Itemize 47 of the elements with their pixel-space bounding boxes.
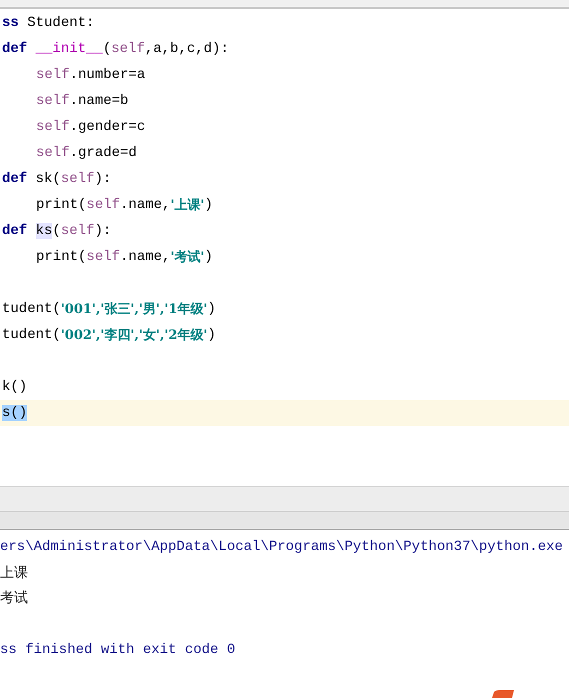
code-token: def bbox=[2, 171, 28, 187]
code-token: ( bbox=[52, 223, 61, 239]
code-token: ) bbox=[204, 249, 213, 265]
code-token: sk( bbox=[34, 171, 61, 187]
console-output: 上课 bbox=[0, 564, 28, 582]
code-token: .gender=c bbox=[70, 119, 146, 135]
code-token: self bbox=[36, 67, 70, 83]
code-token: '上课' bbox=[170, 197, 204, 214]
code-token: ) bbox=[207, 301, 216, 317]
code-token: self bbox=[36, 119, 70, 135]
code-token: '001','张三','男','1年级' bbox=[60, 301, 208, 318]
code-token: .grade=d bbox=[70, 145, 137, 161]
code-token: '考试' bbox=[170, 249, 204, 266]
code-token: ): bbox=[94, 171, 112, 187]
code-token: ks bbox=[36, 223, 52, 239]
code-token: self bbox=[60, 223, 94, 239]
code-token: ( bbox=[102, 41, 112, 57]
console-output: 考试 bbox=[0, 589, 28, 608]
code-token: .name, bbox=[120, 249, 170, 265]
code-token: .number=a bbox=[70, 67, 146, 83]
code-token: self bbox=[36, 93, 70, 109]
code-token: tudent( bbox=[2, 301, 61, 317]
code-token: print( bbox=[36, 249, 86, 265]
code-token: ,a,b,c,d): bbox=[144, 41, 229, 57]
code-token: ss bbox=[2, 15, 19, 31]
code-token: s() bbox=[2, 405, 28, 421]
code-token: self bbox=[111, 41, 145, 57]
code-token: def bbox=[2, 223, 28, 239]
code-token: self bbox=[36, 145, 70, 161]
code-token: ): bbox=[94, 223, 112, 239]
console-output: ss finished with exit code 0 bbox=[0, 642, 236, 658]
code-token: self bbox=[86, 197, 120, 213]
code-token: .name=b bbox=[70, 93, 128, 109]
code-token: .name, bbox=[120, 197, 170, 213]
code-token: tudent( bbox=[2, 327, 61, 343]
code-token: def bbox=[2, 41, 28, 57]
code-token: ) bbox=[207, 327, 216, 343]
console-output: ers\Administrator\AppData\Local\Programs\Python\Python37\python.exe bbox=[0, 538, 563, 555]
code-token: Student: bbox=[26, 15, 94, 31]
code-token: __init__ bbox=[36, 41, 103, 57]
code-token: self bbox=[86, 249, 120, 265]
code-token: k() bbox=[2, 379, 28, 395]
code-token: print( bbox=[36, 197, 86, 213]
code-token: ) bbox=[204, 197, 213, 213]
logo-icon bbox=[490, 690, 516, 698]
code-token: self bbox=[60, 171, 94, 187]
code-token: '002','李四','女','2年级' bbox=[60, 327, 208, 344]
